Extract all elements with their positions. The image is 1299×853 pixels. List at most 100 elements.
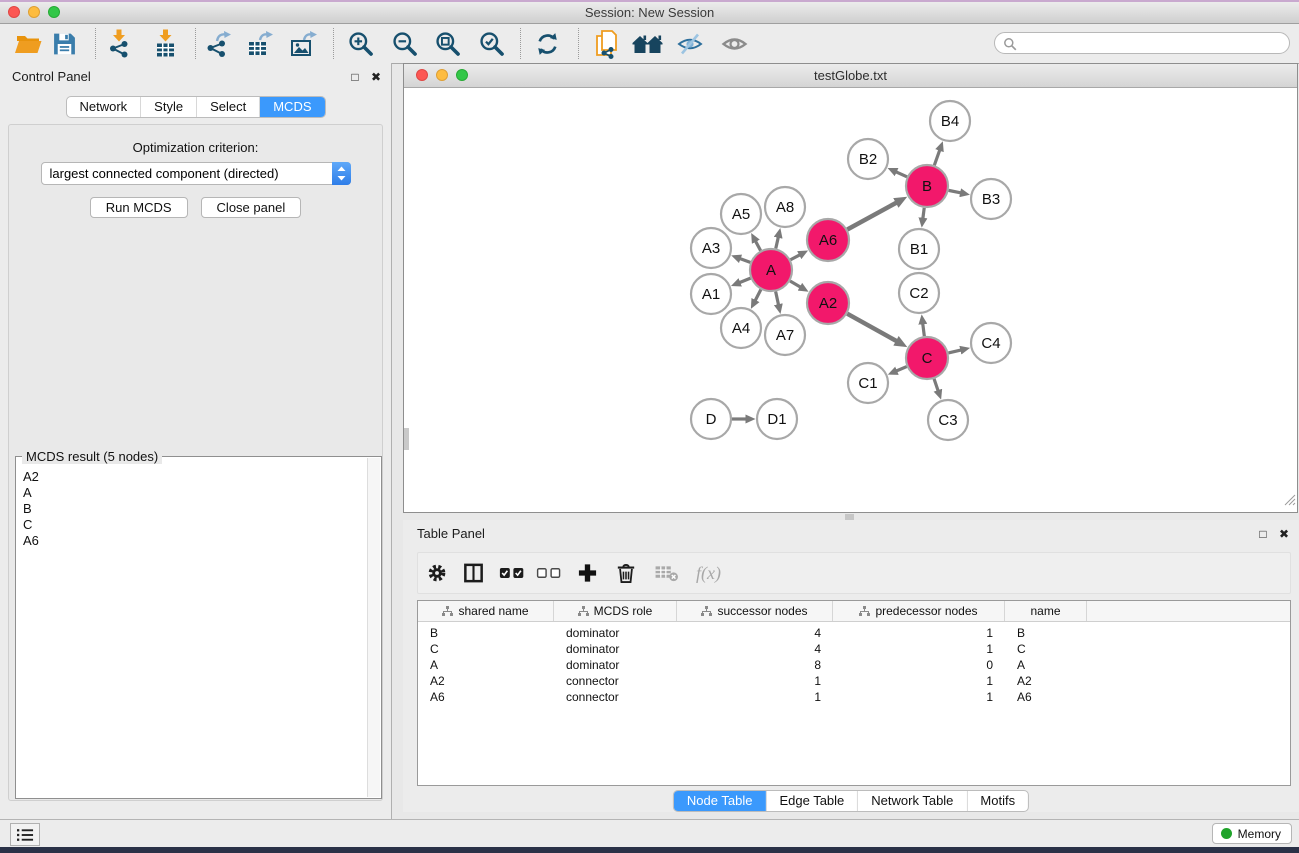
table-cell[interactable]: 1 <box>677 674 833 688</box>
export-network-icon[interactable] <box>205 30 232 58</box>
edge-A-A1[interactable] <box>740 278 751 282</box>
tab-network[interactable]: Network <box>66 97 140 117</box>
edge-C-C2[interactable] <box>923 324 925 336</box>
graph-node-C4[interactable]: C4 <box>971 323 1011 363</box>
edge-A-A2[interactable] <box>790 281 800 287</box>
delete-row-icon[interactable] <box>616 562 636 585</box>
table-cell[interactable]: B <box>418 626 554 640</box>
resize-grip-icon[interactable] <box>1283 493 1296 511</box>
graph-node-A2[interactable]: A2 <box>807 282 849 324</box>
tab-network-table[interactable]: Network Table <box>857 791 966 811</box>
graph-node-B2[interactable]: B2 <box>848 139 888 179</box>
tab-node-table[interactable]: Node Table <box>674 791 766 811</box>
network-zoom-button[interactable] <box>456 69 468 81</box>
minimize-window-button[interactable] <box>28 6 40 18</box>
mcds-result-item[interactable]: A6 <box>17 533 367 549</box>
mcds-result-list[interactable]: A2ABCA6 <box>17 458 367 797</box>
table-cell[interactable]: 1 <box>833 690 1005 704</box>
export-table-icon[interactable] <box>247 30 274 58</box>
graph-node-B1[interactable]: B1 <box>899 229 939 269</box>
close-panel-icon[interactable]: ✖ <box>371 70 381 84</box>
graph-node-B[interactable]: B <box>906 165 948 207</box>
table-cell[interactable]: 4 <box>677 642 833 656</box>
column-header-predecessor-nodes[interactable]: predecessor nodes <box>833 601 1005 621</box>
close-window-button[interactable] <box>8 6 20 18</box>
edge-B-B3[interactable] <box>949 190 961 192</box>
graph-node-C2[interactable]: C2 <box>899 273 939 313</box>
table-cell[interactable]: A6 <box>1005 690 1087 704</box>
eye-hide-icon[interactable] <box>677 32 703 55</box>
graph-node-A6[interactable]: A6 <box>807 219 849 261</box>
column-header-shared-name[interactable]: shared name <box>418 601 554 621</box>
edge-A2-C[interactable] <box>847 314 896 341</box>
graph-node-A[interactable]: A <box>750 249 792 291</box>
table-cell[interactable]: B <box>1005 626 1087 640</box>
zoom-in-icon[interactable] <box>347 30 375 58</box>
network-canvas[interactable]: B4B2BB3A8A5A6A3B1AA1C2A2A4A7C4CC1C3DD1 <box>404 88 1297 512</box>
edge-A-A5[interactable] <box>756 241 761 250</box>
network-window-controls[interactable] <box>416 69 468 81</box>
task-history-button[interactable] <box>10 823 40 846</box>
select-stepper-icon[interactable] <box>332 162 351 185</box>
graph-node-B3[interactable]: B3 <box>971 179 1011 219</box>
edge-A-A3[interactable] <box>740 259 750 263</box>
close-table-panel-icon[interactable]: ✖ <box>1279 527 1289 541</box>
graph-node-A1[interactable]: A1 <box>691 274 731 314</box>
edge-A6-B[interactable] <box>847 203 896 230</box>
edge-A-A6[interactable] <box>790 255 799 260</box>
table-row[interactable]: Cdominator41C <box>418 641 1290 657</box>
table-cell[interactable]: dominator <box>554 626 677 640</box>
table-cell[interactable]: connector <box>554 690 677 704</box>
search-field[interactable] <box>994 32 1290 54</box>
table-cell[interactable]: C <box>1005 642 1087 656</box>
edge-B-B2[interactable] <box>896 172 907 177</box>
table-row[interactable]: A6connector11A6 <box>418 689 1290 705</box>
overview-home-icon[interactable] <box>632 33 663 55</box>
window-controls[interactable] <box>8 6 60 18</box>
edge-B-B4[interactable] <box>934 150 939 165</box>
eye-show-icon[interactable] <box>721 34 748 54</box>
table-cell[interactable]: 1 <box>833 674 1005 688</box>
zoom-window-button[interactable] <box>48 6 60 18</box>
tab-mcds[interactable]: MCDS <box>259 97 324 117</box>
graph-node-C1[interactable]: C1 <box>848 363 888 403</box>
table-cell[interactable]: dominator <box>554 642 677 656</box>
edge-A-A8[interactable] <box>776 237 779 248</box>
network-close-button[interactable] <box>416 69 428 81</box>
graph-node-A5[interactable]: A5 <box>721 194 761 234</box>
column-header-successor-nodes[interactable]: successor nodes <box>677 601 833 621</box>
mcds-result-item[interactable]: C <box>17 517 367 533</box>
criterion-select[interactable]: largest connected component (directed) <box>41 162 351 185</box>
table-cell[interactable]: 4 <box>677 626 833 640</box>
table-cell[interactable]: 1 <box>833 626 1005 640</box>
tab-motifs[interactable]: Motifs <box>966 791 1028 811</box>
table-row[interactable]: Adominator80A <box>418 657 1290 673</box>
mcds-result-item[interactable]: A <box>17 485 367 501</box>
graph-node-C3[interactable]: C3 <box>928 400 968 440</box>
table-cell[interactable]: A <box>1005 658 1087 672</box>
table-row[interactable]: Bdominator41B <box>418 625 1290 641</box>
search-input[interactable] <box>1021 34 1285 54</box>
tab-select[interactable]: Select <box>196 97 259 117</box>
edge-B-B1[interactable] <box>923 208 924 218</box>
graph-node-A3[interactable]: A3 <box>691 228 731 268</box>
zoom-fit-icon[interactable] <box>434 30 462 58</box>
show-columns-icon[interactable] <box>462 562 485 585</box>
float-table-panel-icon[interactable]: □ <box>1259 527 1266 541</box>
export-image-icon[interactable] <box>290 30 318 58</box>
delete-table-icon[interactable] <box>654 564 679 583</box>
table-cell[interactable]: connector <box>554 674 677 688</box>
open-file-icon[interactable] <box>14 32 42 56</box>
edge-C-C1[interactable] <box>897 367 907 371</box>
apply-layout-icon[interactable] <box>534 30 561 57</box>
edge-A-A4[interactable] <box>755 290 761 301</box>
graph-node-A8[interactable]: A8 <box>765 187 805 227</box>
clone-network-icon[interactable] <box>594 29 620 59</box>
graph-node-A4[interactable]: A4 <box>721 308 761 348</box>
save-session-icon[interactable] <box>52 31 77 56</box>
edge-A-A7[interactable] <box>776 292 779 305</box>
table-cell[interactable]: C <box>418 642 554 656</box>
zoom-out-icon[interactable] <box>391 30 419 58</box>
table-cell[interactable]: A <box>418 658 554 672</box>
select-all-rows-icon[interactable] <box>499 566 526 581</box>
